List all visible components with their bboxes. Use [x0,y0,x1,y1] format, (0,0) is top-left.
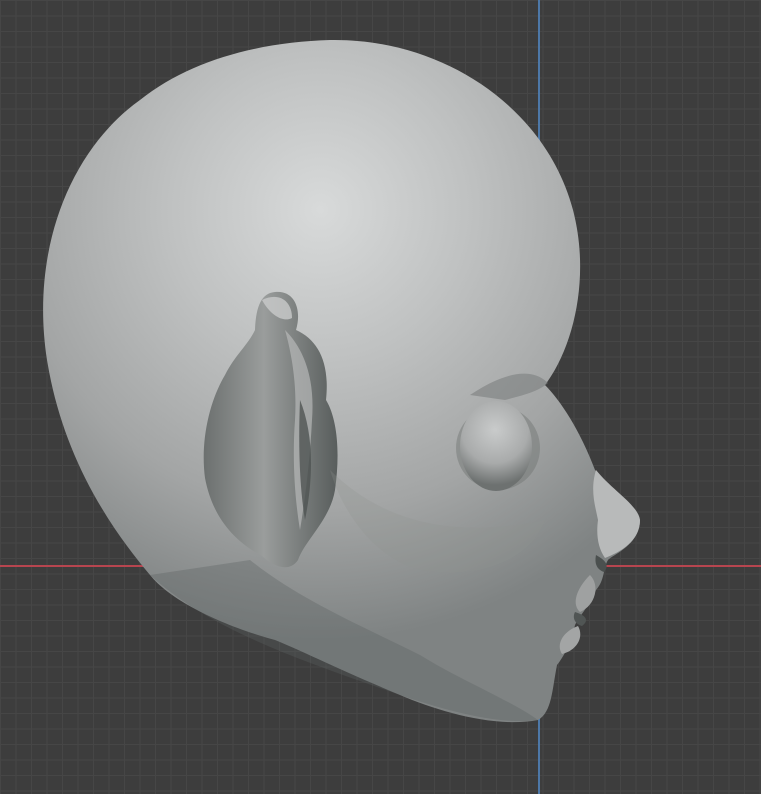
eye-ball [460,401,532,491]
sculpted-head-model[interactable] [0,0,761,794]
nose-shape [593,470,640,558]
3d-viewport[interactable] [0,0,761,794]
mouth-line [573,612,586,626]
